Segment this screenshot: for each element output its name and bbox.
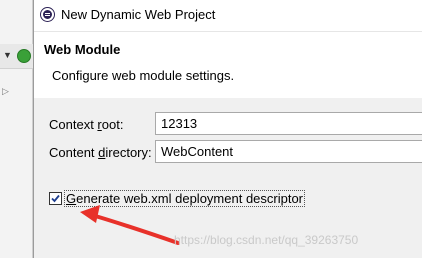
watermark: https://blog.csdn.net/qq_39263750 bbox=[174, 233, 359, 247]
wizard-header: Web Module Configure web module settings… bbox=[34, 32, 422, 99]
eclipse-icon bbox=[41, 8, 54, 21]
run-icon[interactable] bbox=[17, 49, 31, 63]
new-dynamic-web-project-dialog: New Dynamic Web Project Web Module Confi… bbox=[33, 0, 422, 258]
dropdown-arrow-icon[interactable]: ▼ bbox=[3, 50, 12, 60]
title-bar[interactable]: New Dynamic Web Project bbox=[34, 0, 422, 32]
tree-toggle-icon[interactable]: ▷ bbox=[2, 86, 9, 97]
window-title: New Dynamic Web Project bbox=[61, 7, 216, 22]
wizard-body: Context root: 12313 Content directory: W… bbox=[34, 98, 422, 258]
background-ide-window: ▼ ▷ bbox=[0, 0, 33, 258]
page-description: Configure web module settings. bbox=[52, 68, 235, 83]
ide-toolbar: ▼ bbox=[0, 44, 33, 69]
page-title: Web Module bbox=[44, 42, 121, 57]
